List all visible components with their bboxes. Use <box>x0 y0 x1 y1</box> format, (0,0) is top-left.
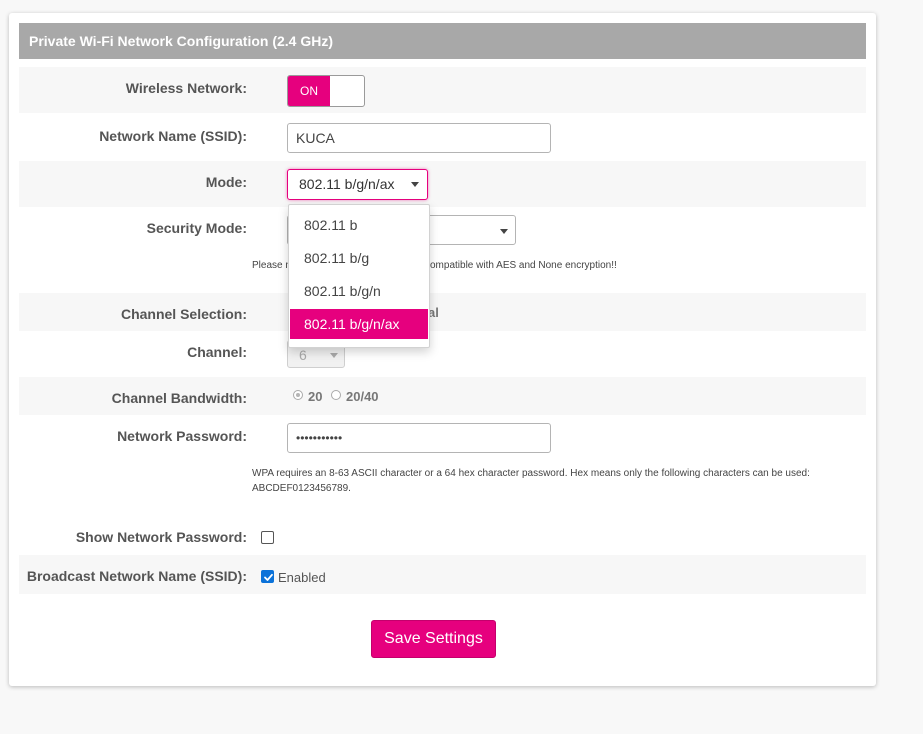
mode-option-b[interactable]: 802.11 b <box>290 210 428 240</box>
mode-dropdown-list: 802.11 b 802.11 b/g 802.11 b/g/n 802.11 … <box>288 204 430 348</box>
section-title: Private Wi-Fi Network Configuration (2.4… <box>29 33 334 49</box>
broadcast-enabled-label: Enabled <box>278 570 326 585</box>
caret-down-icon <box>500 229 508 234</box>
channel-label: Channel: <box>187 344 247 360</box>
network-password-input[interactable] <box>287 423 551 453</box>
toggle-on-indicator: ON <box>288 76 330 106</box>
security-hint-right: ompatible with AES and None encryption!! <box>430 260 617 271</box>
bandwidth-label-20-40: 20/40 <box>346 389 379 404</box>
row-mode-bg <box>19 161 866 207</box>
security-hint-left: Please n <box>252 260 291 271</box>
caret-down-icon <box>411 182 419 187</box>
password-hint-line1: WPA requires an 8-63 ASCII character or … <box>252 468 810 479</box>
bandwidth-label-20: 20 <box>308 389 323 404</box>
show-password-label: Show Network Password: <box>75 529 247 545</box>
broadcast-ssid-label: Broadcast Network Name (SSID): <box>26 568 247 584</box>
mode-option-bgnax[interactable]: 802.11 b/g/n/ax <box>290 309 428 339</box>
channel-bandwidth-label: Channel Bandwidth: <box>111 390 247 406</box>
password-hint: WPA requires an 8-63 ASCII character or … <box>252 466 852 496</box>
broadcast-ssid-checkbox[interactable] <box>261 570 274 583</box>
mode-select[interactable]: 802.11 b/g/n/ax <box>287 169 428 200</box>
mode-selected-value: 802.11 b/g/n/ax <box>299 176 395 192</box>
bandwidth-radio-20[interactable] <box>293 390 303 400</box>
mode-option-bg[interactable]: 802.11 b/g <box>290 243 428 273</box>
section-header: Private Wi-Fi Network Configuration (2.4… <box>19 23 866 59</box>
save-settings-button[interactable]: Save Settings <box>371 620 496 658</box>
show-password-checkbox[interactable] <box>261 531 274 544</box>
ssid-input[interactable] <box>287 123 551 153</box>
checkmark-icon <box>264 573 273 581</box>
wireless-toggle[interactable]: ON <box>287 75 365 107</box>
bandwidth-radio-20-40[interactable] <box>331 390 341 400</box>
ssid-label: Network Name (SSID): <box>99 128 247 144</box>
security-mode-label: Security Mode: <box>146 220 247 236</box>
mode-label: Mode: <box>205 174 247 190</box>
network-password-label: Network Password: <box>117 428 247 444</box>
channel-selection-label: Channel Selection: <box>120 306 247 322</box>
password-hint-line2: ABCDEF0123456789. <box>252 483 351 494</box>
mode-option-bgn[interactable]: 802.11 b/g/n <box>290 276 428 306</box>
caret-down-icon <box>330 353 338 358</box>
wireless-network-label: Wireless Network: <box>125 80 247 96</box>
